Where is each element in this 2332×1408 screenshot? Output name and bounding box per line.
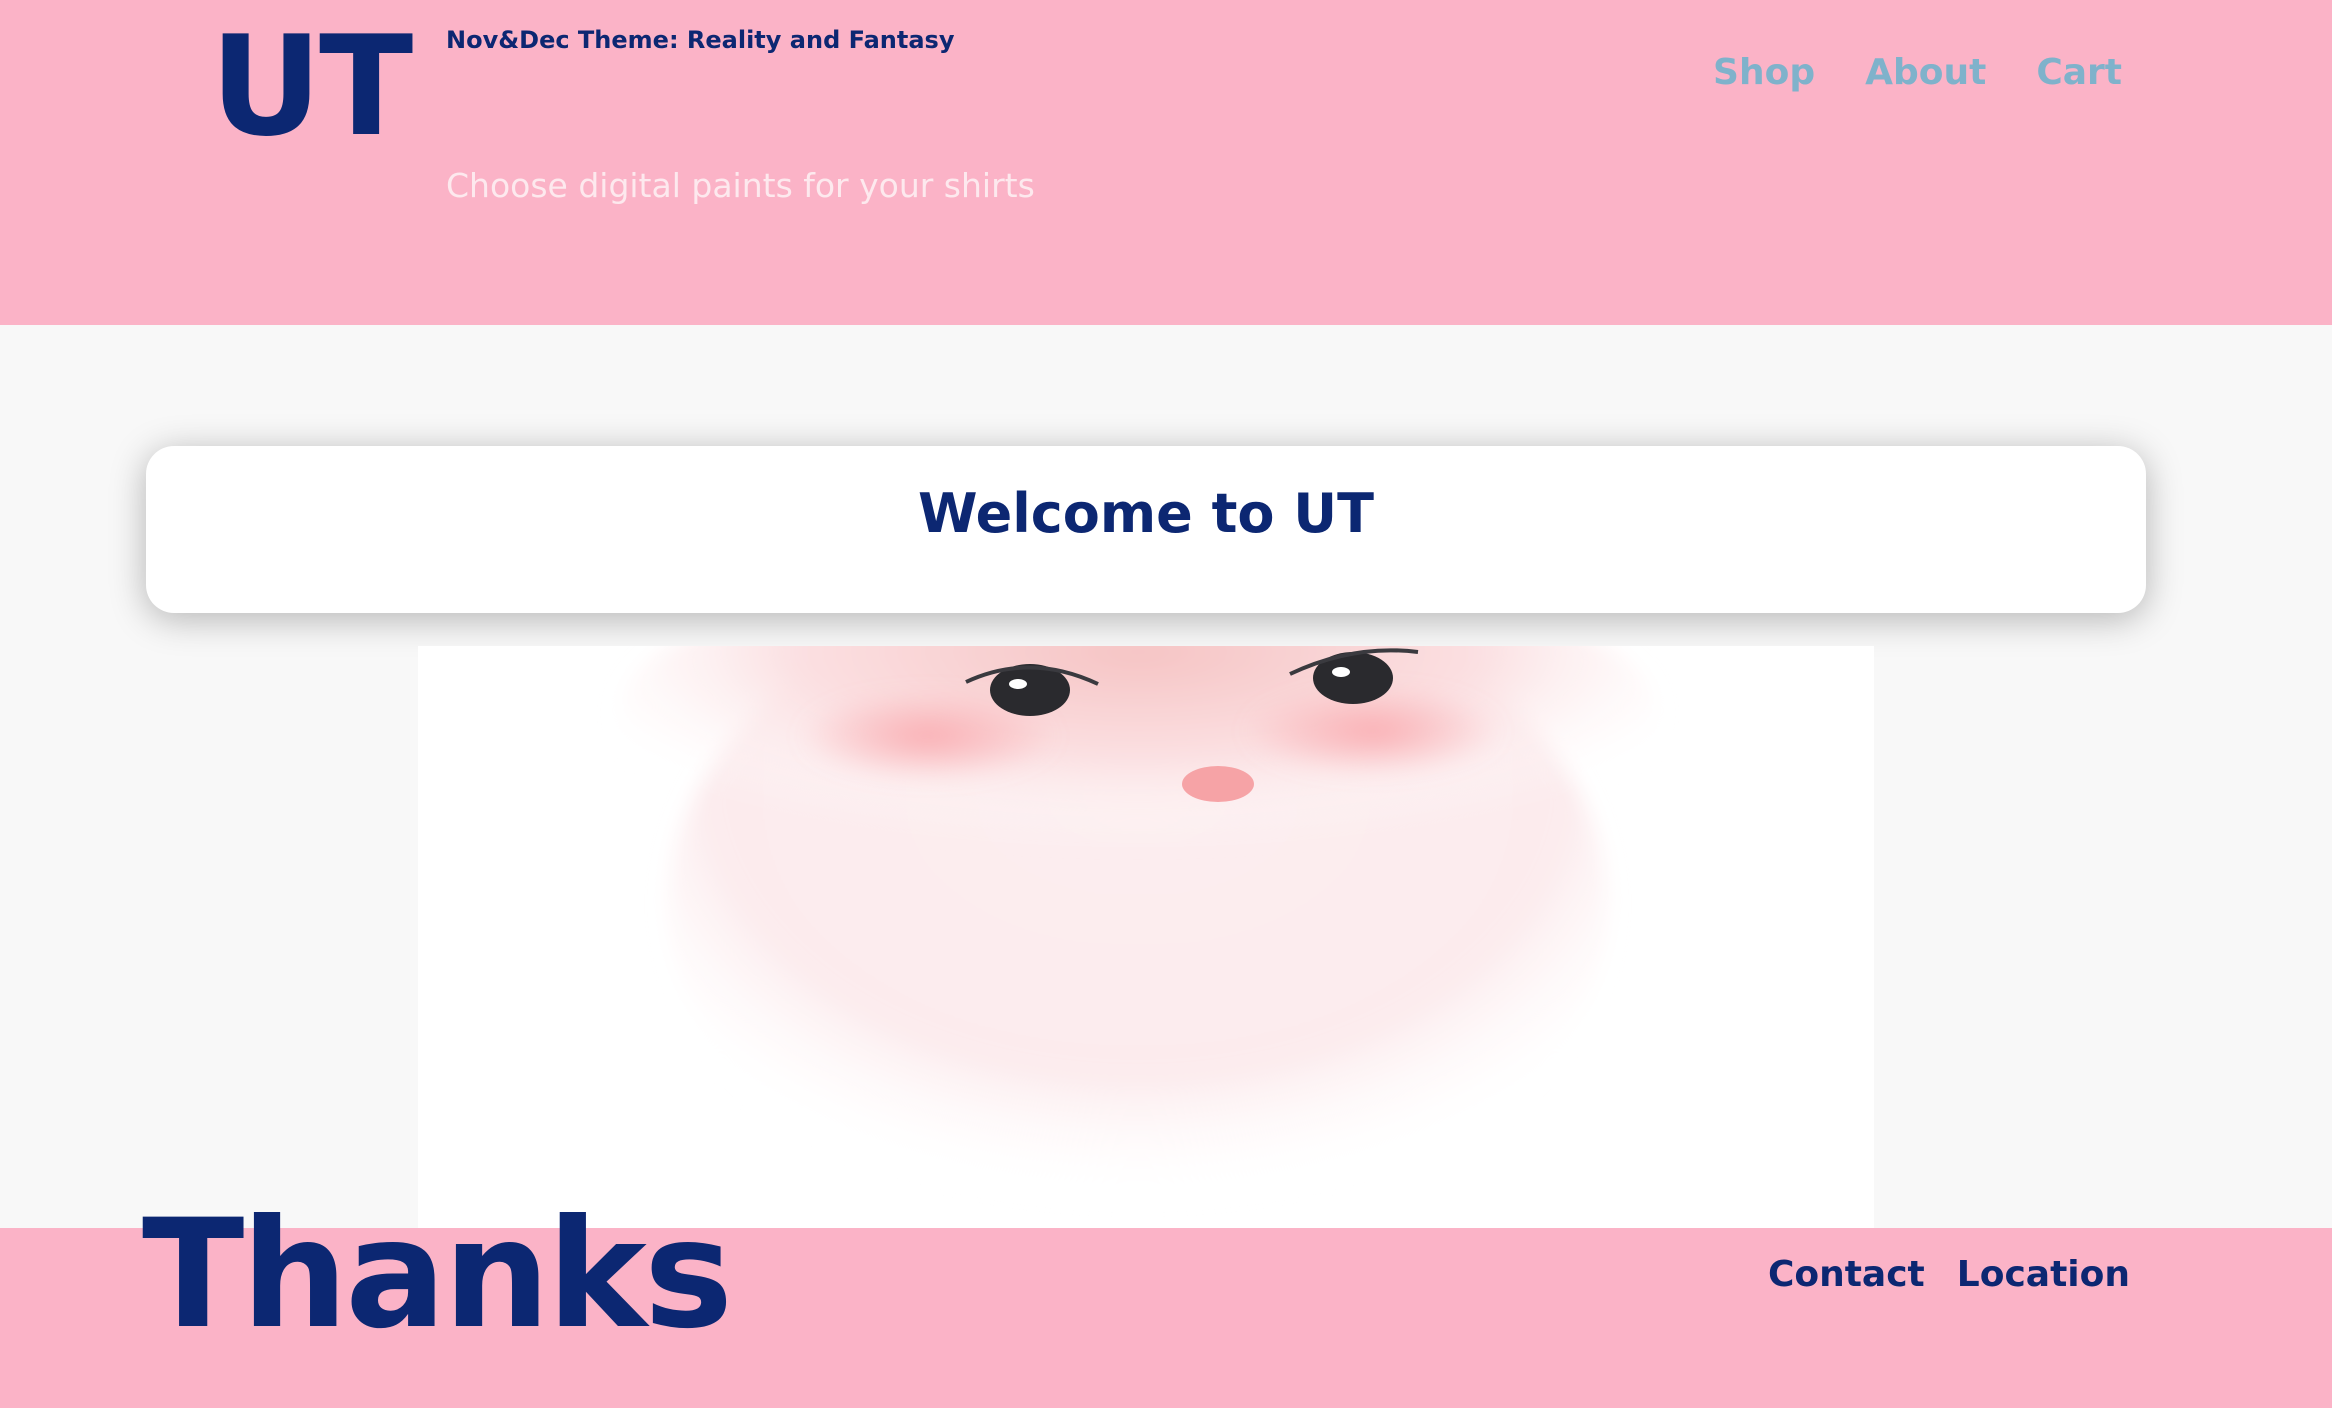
nav-about-link[interactable]: About <box>1865 52 1986 93</box>
nav-cart-link[interactable]: Cart <box>2036 52 2122 93</box>
welcome-title: Welcome to UT <box>918 482 1374 545</box>
main-nav: Shop About Cart <box>1713 52 2122 93</box>
site-header: UT Nov&Dec Theme: Reality and Fantasy Ch… <box>0 0 2332 325</box>
santa-face-image <box>618 646 1658 1228</box>
footer-thanks: Thanks <box>142 1188 733 1362</box>
footer-location-link[interactable]: Location <box>1957 1254 2130 1295</box>
theme-title: Nov&Dec Theme: Reality and Fantasy <box>446 26 955 54</box>
nav-shop-link[interactable]: Shop <box>1713 52 1815 93</box>
santa-artwork <box>418 646 1874 1228</box>
site-logo[interactable]: UT <box>210 18 413 156</box>
footer-contact-link[interactable]: Contact <box>1768 1254 1925 1295</box>
tagline: Choose digital paints for your shirts <box>446 166 1035 205</box>
welcome-card: Welcome to UT <box>146 446 2146 613</box>
nose <box>1182 766 1254 802</box>
footer-nav: Contact Location <box>1768 1254 2130 1295</box>
